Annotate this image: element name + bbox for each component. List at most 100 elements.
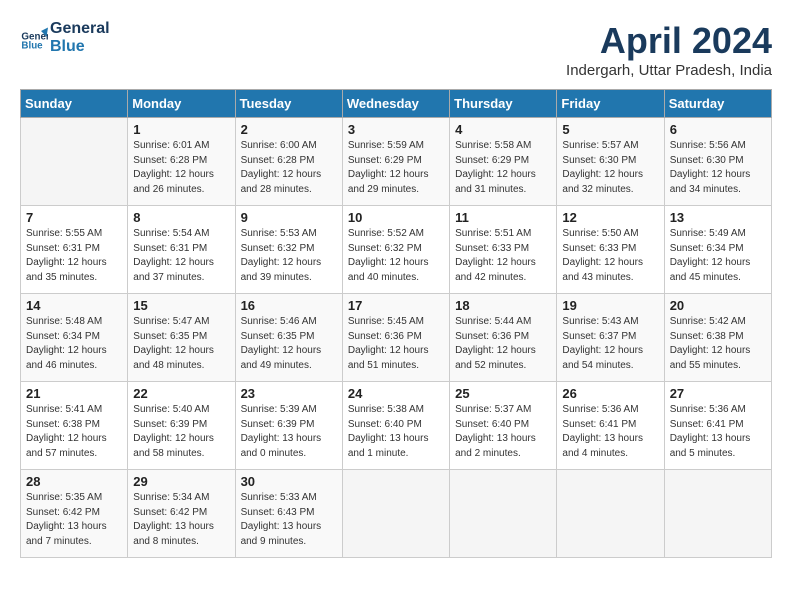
day-info: Sunrise: 5:51 AM Sunset: 6:33 PM Dayligh… <box>455 227 551 285</box>
location-subtitle: Indergarh, Uttar Pradesh, India <box>566 62 772 79</box>
day-info: Sunrise: 5:44 AM Sunset: 6:36 PM Dayligh… <box>455 315 551 373</box>
day-number: 29 <box>133 474 229 489</box>
calendar-cell: 17 Sunrise: 5:45 AM Sunset: 6:36 PM Dayli… <box>342 294 449 382</box>
calendar-cell: 3 Sunrise: 5:59 AM Sunset: 6:29 PM Daylig… <box>342 118 449 206</box>
day-number: 17 <box>348 298 444 313</box>
week-row-3: 14 Sunrise: 5:48 AM Sunset: 6:34 PM Dayli… <box>21 294 772 382</box>
logo-line1: General <box>50 20 110 38</box>
day-number: 19 <box>562 298 658 313</box>
day-info: Sunrise: 6:00 AM Sunset: 6:28 PM Dayligh… <box>241 139 337 197</box>
calendar-cell: 4 Sunrise: 5:58 AM Sunset: 6:29 PM Daylig… <box>450 118 557 206</box>
header-saturday: Saturday <box>664 90 771 118</box>
calendar-cell: 25 Sunrise: 5:37 AM Sunset: 6:40 PM Dayli… <box>450 382 557 470</box>
calendar-table: SundayMondayTuesdayWednesdayThursdayFrid… <box>20 89 772 558</box>
day-info: Sunrise: 5:40 AM Sunset: 6:39 PM Dayligh… <box>133 403 229 461</box>
day-info: Sunrise: 5:46 AM Sunset: 6:35 PM Dayligh… <box>241 315 337 373</box>
day-info: Sunrise: 5:52 AM Sunset: 6:32 PM Dayligh… <box>348 227 444 285</box>
calendar-cell: 2 Sunrise: 6:00 AM Sunset: 6:28 PM Daylig… <box>235 118 342 206</box>
calendar-cell: 13 Sunrise: 5:49 AM Sunset: 6:34 PM Dayli… <box>664 206 771 294</box>
calendar-cell: 6Sunrise: 5:56 AM Sunset: 6:30 PM Daylig… <box>664 118 771 206</box>
calendar-cell <box>342 470 449 558</box>
calendar-cell: 9 Sunrise: 5:53 AM Sunset: 6:32 PM Daylig… <box>235 206 342 294</box>
day-info: Sunrise: 5:42 AM Sunset: 6:38 PM Dayligh… <box>670 315 766 373</box>
day-number: 28 <box>26 474 122 489</box>
header-thursday: Thursday <box>450 90 557 118</box>
logo: General Blue General Blue <box>20 20 110 55</box>
calendar-cell: 16 Sunrise: 5:46 AM Sunset: 6:35 PM Dayli… <box>235 294 342 382</box>
day-number: 2 <box>241 122 337 137</box>
calendar-cell: 28 Sunrise: 5:35 AM Sunset: 6:42 PM Dayli… <box>21 470 128 558</box>
week-row-5: 28 Sunrise: 5:35 AM Sunset: 6:42 PM Dayli… <box>21 470 772 558</box>
day-number: 16 <box>241 298 337 313</box>
calendar-cell: 14 Sunrise: 5:48 AM Sunset: 6:34 PM Dayli… <box>21 294 128 382</box>
day-number: 26 <box>562 386 658 401</box>
day-info: Sunrise: 5:37 AM Sunset: 6:40 PM Dayligh… <box>455 403 551 461</box>
calendar-cell: 22 Sunrise: 5:40 AM Sunset: 6:39 PM Dayli… <box>128 382 235 470</box>
day-info: Sunrise: 5:55 AM Sunset: 6:31 PM Dayligh… <box>26 227 122 285</box>
page-header: General Blue General Blue April 2024 Ind… <box>20 20 772 79</box>
calendar-cell: 19Sunrise: 5:43 AM Sunset: 6:37 PM Dayli… <box>557 294 664 382</box>
calendar-cell: 8 Sunrise: 5:54 AM Sunset: 6:31 PM Daylig… <box>128 206 235 294</box>
week-row-2: 7 Sunrise: 5:55 AM Sunset: 6:31 PM Daylig… <box>21 206 772 294</box>
day-info: Sunrise: 5:57 AM Sunset: 6:30 PM Dayligh… <box>562 139 658 197</box>
calendar-cell: 23 Sunrise: 5:39 AM Sunset: 6:39 PM Dayli… <box>235 382 342 470</box>
svg-text:Blue: Blue <box>21 40 43 51</box>
day-info: Sunrise: 5:45 AM Sunset: 6:36 PM Dayligh… <box>348 315 444 373</box>
day-number: 15 <box>133 298 229 313</box>
day-info: Sunrise: 5:49 AM Sunset: 6:34 PM Dayligh… <box>670 227 766 285</box>
day-info: Sunrise: 5:50 AM Sunset: 6:33 PM Dayligh… <box>562 227 658 285</box>
day-info: Sunrise: 5:53 AM Sunset: 6:32 PM Dayligh… <box>241 227 337 285</box>
calendar-cell: 1Sunrise: 6:01 AM Sunset: 6:28 PM Daylig… <box>128 118 235 206</box>
calendar-cell: 26 Sunrise: 5:36 AM Sunset: 6:41 PM Dayli… <box>557 382 664 470</box>
calendar-cell: 30 Sunrise: 5:33 AM Sunset: 6:43 PM Dayli… <box>235 470 342 558</box>
calendar-cell: 11Sunrise: 5:51 AM Sunset: 6:33 PM Dayli… <box>450 206 557 294</box>
day-number: 10 <box>348 210 444 225</box>
day-info: Sunrise: 5:35 AM Sunset: 6:42 PM Dayligh… <box>26 491 122 549</box>
calendar-cell <box>21 118 128 206</box>
header-sunday: Sunday <box>21 90 128 118</box>
title-block: April 2024 Indergarh, Uttar Pradesh, Ind… <box>566 20 772 79</box>
day-number: 4 <box>455 122 551 137</box>
day-number: 25 <box>455 386 551 401</box>
day-info: Sunrise: 5:54 AM Sunset: 6:31 PM Dayligh… <box>133 227 229 285</box>
calendar-cell: 15 Sunrise: 5:47 AM Sunset: 6:35 PM Dayli… <box>128 294 235 382</box>
day-info: Sunrise: 5:38 AM Sunset: 6:40 PM Dayligh… <box>348 403 444 461</box>
week-row-1: 1Sunrise: 6:01 AM Sunset: 6:28 PM Daylig… <box>21 118 772 206</box>
calendar-cell: 7 Sunrise: 5:55 AM Sunset: 6:31 PM Daylig… <box>21 206 128 294</box>
calendar-cell: 10 Sunrise: 5:52 AM Sunset: 6:32 PM Dayli… <box>342 206 449 294</box>
day-info: Sunrise: 5:33 AM Sunset: 6:43 PM Dayligh… <box>241 491 337 549</box>
day-number: 20 <box>670 298 766 313</box>
calendar-cell <box>557 470 664 558</box>
day-info: Sunrise: 5:56 AM Sunset: 6:30 PM Dayligh… <box>670 139 766 197</box>
header-friday: Friday <box>557 90 664 118</box>
logo-line2: Blue <box>50 38 110 56</box>
day-number: 13 <box>670 210 766 225</box>
day-number: 23 <box>241 386 337 401</box>
day-number: 7 <box>26 210 122 225</box>
calendar-cell <box>664 470 771 558</box>
day-info: Sunrise: 5:39 AM Sunset: 6:39 PM Dayligh… <box>241 403 337 461</box>
day-number: 22 <box>133 386 229 401</box>
calendar-cell: 27Sunrise: 5:36 AM Sunset: 6:41 PM Dayli… <box>664 382 771 470</box>
day-number: 12 <box>562 210 658 225</box>
day-number: 30 <box>241 474 337 489</box>
day-number: 18 <box>455 298 551 313</box>
day-info: Sunrise: 5:48 AM Sunset: 6:34 PM Dayligh… <box>26 315 122 373</box>
day-info: Sunrise: 5:59 AM Sunset: 6:29 PM Dayligh… <box>348 139 444 197</box>
day-info: Sunrise: 5:36 AM Sunset: 6:41 PM Dayligh… <box>670 403 766 461</box>
day-number: 1 <box>133 122 229 137</box>
day-info: Sunrise: 5:34 AM Sunset: 6:42 PM Dayligh… <box>133 491 229 549</box>
day-info: Sunrise: 5:36 AM Sunset: 6:41 PM Dayligh… <box>562 403 658 461</box>
header-tuesday: Tuesday <box>235 90 342 118</box>
calendar-cell: 24Sunrise: 5:38 AM Sunset: 6:40 PM Dayli… <box>342 382 449 470</box>
logo-icon: General Blue <box>20 24 48 52</box>
day-number: 9 <box>241 210 337 225</box>
day-info: Sunrise: 5:41 AM Sunset: 6:38 PM Dayligh… <box>26 403 122 461</box>
calendar-cell: 12 Sunrise: 5:50 AM Sunset: 6:33 PM Dayli… <box>557 206 664 294</box>
day-number: 14 <box>26 298 122 313</box>
day-info: Sunrise: 5:47 AM Sunset: 6:35 PM Dayligh… <box>133 315 229 373</box>
day-number: 3 <box>348 122 444 137</box>
day-number: 8 <box>133 210 229 225</box>
calendar-header-row: SundayMondayTuesdayWednesdayThursdayFrid… <box>21 90 772 118</box>
day-info: Sunrise: 5:58 AM Sunset: 6:29 PM Dayligh… <box>455 139 551 197</box>
